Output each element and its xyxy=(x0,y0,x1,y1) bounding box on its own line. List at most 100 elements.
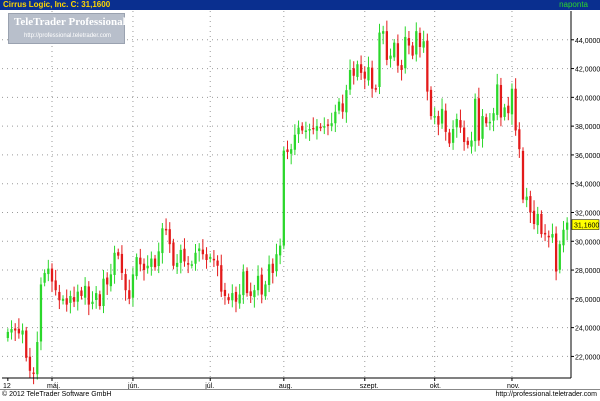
candle-body xyxy=(220,265,223,292)
y-tick-label: 24,0000 xyxy=(575,326,600,333)
candle-body xyxy=(510,88,514,115)
candle-body xyxy=(28,356,32,371)
candle-body xyxy=(382,31,385,34)
candle-body xyxy=(297,127,300,135)
candle-body xyxy=(25,330,28,358)
candle-body xyxy=(477,98,480,141)
candle-body xyxy=(396,43,400,66)
candle-body xyxy=(389,55,392,59)
teletrader-logo: TeleTrader Professional http://professio… xyxy=(8,13,126,44)
title-bar: Cirrus Logic, Inc. C: 31,1600 napontа xyxy=(0,0,600,10)
candle-body xyxy=(407,38,411,46)
candle-body xyxy=(264,284,267,297)
candle-body xyxy=(61,298,65,301)
candle-body xyxy=(536,213,539,226)
candle-body xyxy=(267,264,271,286)
candle-body xyxy=(36,342,39,375)
candle-body xyxy=(359,64,363,73)
candle-body xyxy=(455,118,458,128)
candle-body xyxy=(474,98,477,142)
candle-body xyxy=(348,70,352,90)
candle-body xyxy=(374,88,377,90)
candle-body xyxy=(459,120,462,128)
candle-body xyxy=(326,124,330,126)
candle-body xyxy=(150,258,153,267)
candle-body xyxy=(164,228,168,231)
candle-body xyxy=(227,297,230,301)
candle-body xyxy=(323,126,326,128)
candle-body xyxy=(293,134,297,150)
candle-body xyxy=(562,229,565,246)
candle-body xyxy=(290,149,293,154)
candle-body xyxy=(6,331,9,338)
candle-body xyxy=(39,284,43,342)
y-tick-label: 40,0000 xyxy=(575,95,600,102)
candle-body xyxy=(282,150,285,246)
candle-body xyxy=(212,258,216,261)
candle-body xyxy=(183,248,186,262)
candle-body xyxy=(139,257,142,265)
candle-body xyxy=(352,68,355,76)
candle-body xyxy=(231,293,234,301)
candle-body xyxy=(146,265,149,269)
y-tick-label: 32,0000 xyxy=(575,210,600,217)
candle-body xyxy=(50,268,54,282)
candle-body xyxy=(260,274,263,295)
candle-body xyxy=(429,89,433,117)
candle-body xyxy=(124,274,127,291)
footer-site-link[interactable]: http://professional.teletrader.com xyxy=(495,390,597,400)
candle-body xyxy=(499,84,503,118)
candle-body xyxy=(444,110,447,132)
candle-body xyxy=(106,277,109,285)
candle-body xyxy=(76,291,79,302)
candle-body xyxy=(72,297,76,302)
candle-body xyxy=(234,291,238,302)
candle-body xyxy=(172,242,175,266)
candle-body xyxy=(175,262,179,267)
candle-body xyxy=(492,113,495,121)
candle-body xyxy=(256,275,260,291)
candle-body xyxy=(393,42,396,58)
candle-body xyxy=(87,286,90,305)
candle-body xyxy=(253,290,256,298)
candle-body xyxy=(21,330,24,335)
candle-body xyxy=(426,40,429,92)
candle-body xyxy=(131,274,135,298)
candle-body xyxy=(532,210,536,225)
candle-body xyxy=(378,32,381,87)
candle-body xyxy=(437,116,440,125)
period-label[interactable]: napontа xyxy=(559,0,588,10)
candle-body xyxy=(334,111,337,124)
candle-body xyxy=(69,295,72,303)
candle-body xyxy=(216,260,219,266)
price-chart[interactable]: 22,0000 24,0000 26,0000 28,0000 30,0000 32,00… xyxy=(0,10,600,389)
candle-body xyxy=(330,123,333,126)
candle-body xyxy=(411,45,414,56)
candle-body xyxy=(128,290,131,299)
candle-body xyxy=(109,274,113,287)
candle-body xyxy=(187,263,190,265)
candle-body xyxy=(113,252,116,275)
candle-body xyxy=(418,32,422,47)
candle-body xyxy=(54,280,57,291)
candle-body xyxy=(466,140,469,145)
candle-body xyxy=(245,270,249,294)
candle-body xyxy=(198,248,201,252)
candle-body xyxy=(58,291,61,301)
y-tick-label: 30,0000 xyxy=(575,239,600,246)
candle-body xyxy=(205,254,208,260)
candle-body xyxy=(345,90,348,113)
candle-body xyxy=(14,328,17,331)
candle-body xyxy=(529,196,532,213)
candle-body xyxy=(554,233,558,272)
candle-body xyxy=(451,129,455,143)
candle-body xyxy=(65,298,68,305)
candle-body xyxy=(98,294,101,307)
candle-body xyxy=(304,130,308,132)
last-price-label: 31,1600 xyxy=(574,223,599,230)
candle-body xyxy=(153,258,157,268)
y-tick-label: 44,0000 xyxy=(575,38,600,45)
candle-body xyxy=(249,291,252,296)
candle-body xyxy=(301,125,304,131)
candle-body xyxy=(422,41,425,48)
